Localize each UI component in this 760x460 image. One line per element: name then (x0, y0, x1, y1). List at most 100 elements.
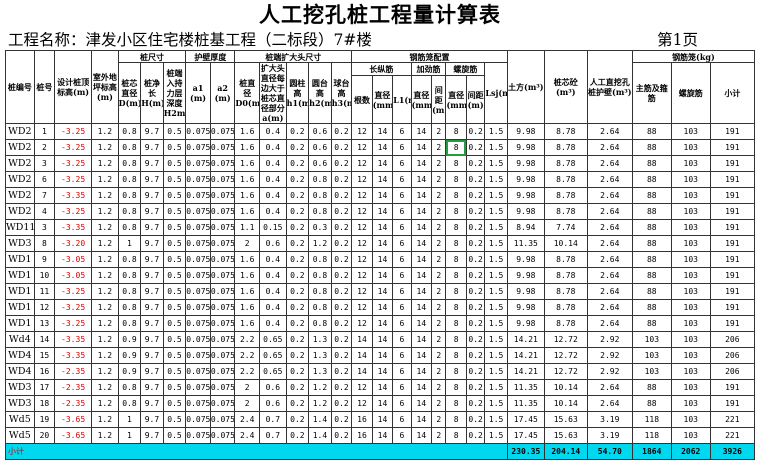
table-cell[interactable]: 9.98 (506, 155, 545, 172)
table-cell[interactable]: 0.8 (117, 315, 142, 332)
table-cell[interactable]: 2 (431, 187, 447, 204)
table-cell[interactable]: 103 (670, 347, 711, 364)
table-cell[interactable]: 2.92 (586, 347, 633, 364)
table-cell[interactable]: 0.2 (330, 347, 353, 364)
table-cell[interactable]: 12 (351, 283, 373, 300)
table-cell[interactable]: 0.075 (185, 139, 211, 156)
table-cell[interactable]: 0.8 (308, 251, 332, 268)
table-cell[interactable]: 1.2 (91, 203, 119, 220)
table-cell[interactable]: 20 (33, 427, 56, 444)
table-cell[interactable]: 14 (371, 411, 394, 428)
table-cell[interactable]: 1.6 (234, 155, 260, 172)
total-sum[interactable]: 3926 (709, 443, 756, 460)
table-cell[interactable]: 14.21 (506, 331, 545, 348)
table-cell[interactable]: WD3 (5, 379, 35, 396)
table-cell[interactable]: 206 (709, 347, 756, 364)
table-cell[interactable]: 1.6 (234, 123, 260, 140)
table-cell[interactable]: 1.2 (91, 347, 119, 364)
total-label[interactable]: 小计 (5, 443, 508, 460)
table-cell[interactable]: 0.2 (465, 267, 486, 284)
table-cell[interactable]: 14 (410, 379, 433, 396)
table-cell[interactable]: 0.15 (259, 219, 287, 236)
table-cell[interactable]: 0.2 (465, 283, 486, 300)
table-cell[interactable]: 0.2 (465, 299, 486, 316)
table-cell[interactable]: 1.1 (234, 219, 260, 236)
table-cell[interactable]: 2 (431, 203, 447, 220)
table-cell[interactable]: 0.2 (330, 155, 353, 172)
table-cell[interactable]: 0.8 (117, 283, 142, 300)
table-cell[interactable]: 14 (371, 283, 394, 300)
table-cell[interactable]: 14 (410, 267, 433, 284)
table-cell[interactable]: 14 (410, 139, 433, 156)
table-cell[interactable]: 0.075 (185, 379, 211, 396)
table-cell[interactable]: 1.6 (234, 203, 260, 220)
table-cell[interactable]: 0.075 (209, 347, 236, 364)
table-cell[interactable]: WD1 (5, 299, 35, 316)
table-cell[interactable]: 1.2 (308, 379, 332, 396)
table-cell[interactable]: 8.78 (543, 203, 588, 220)
table-cell[interactable]: 8.78 (543, 123, 588, 140)
table-cell[interactable]: 14 (371, 171, 394, 188)
table-cell[interactable]: 9.7 (140, 331, 164, 348)
table-cell[interactable]: 0.2 (330, 427, 353, 444)
table-cell[interactable]: 0.6 (308, 123, 332, 140)
table-cell[interactable]: 0.8 (117, 379, 142, 396)
table-cell[interactable]: 1.2 (91, 155, 119, 172)
table-cell[interactable]: 9.7 (140, 123, 164, 140)
table-cell[interactable]: 2 (431, 427, 447, 444)
table-cell[interactable]: WD2 (5, 187, 35, 204)
table-cell[interactable]: 9.98 (506, 315, 545, 332)
table-cell[interactable]: -3.25 (54, 155, 93, 172)
table-cell[interactable]: 9.7 (140, 155, 164, 172)
table-cell[interactable]: 2 (234, 379, 260, 396)
table-cell[interactable]: 3.19 (586, 427, 633, 444)
table-cell[interactable]: 9.98 (506, 139, 545, 156)
table-cell[interactable]: 8 (445, 187, 467, 204)
table-cell[interactable]: 6 (392, 219, 412, 236)
table-cell[interactable]: 2 (431, 171, 447, 188)
table-cell[interactable]: -3.25 (54, 315, 93, 332)
table-cell[interactable]: 8 (445, 299, 467, 316)
table-cell[interactable]: 18 (33, 395, 56, 412)
table-cell[interactable]: 1.6 (234, 251, 260, 268)
table-cell[interactable]: 0.075 (209, 203, 236, 220)
table-cell[interactable]: 103 (670, 139, 711, 156)
table-cell[interactable]: 9.7 (140, 427, 164, 444)
table-cell[interactable]: 2.2 (234, 331, 260, 348)
table-cell[interactable]: -3.35 (54, 347, 93, 364)
table-cell[interactable]: 0.2 (330, 251, 353, 268)
table-cell[interactable]: 8 (445, 203, 467, 220)
table-cell[interactable]: 2 (431, 219, 447, 236)
table-cell[interactable]: 0.075 (209, 139, 236, 156)
table-cell[interactable]: 2.2 (234, 347, 260, 364)
table-cell[interactable]: 1.5 (484, 331, 508, 348)
table-cell[interactable]: 0.2 (330, 379, 353, 396)
table-cell[interactable]: 191 (709, 267, 756, 284)
table-cell[interactable]: 0.2 (330, 267, 353, 284)
table-cell[interactable]: 8 (445, 251, 467, 268)
table-cell[interactable]: 15 (33, 347, 56, 364)
table-cell[interactable]: 8 (445, 171, 467, 188)
table-cell[interactable]: 2 (431, 235, 447, 252)
table-cell[interactable]: 0.8 (308, 171, 332, 188)
table-cell[interactable]: 14.21 (506, 347, 545, 364)
table-cell[interactable]: 14 (371, 267, 394, 284)
table-cell[interactable]: 16 (351, 427, 373, 444)
table-cell[interactable]: 0.5 (162, 187, 187, 204)
table-cell[interactable]: 8 (445, 379, 467, 396)
table-cell[interactable]: 9.98 (506, 267, 545, 284)
table-cell[interactable]: 1.2 (91, 411, 119, 428)
table-cell[interactable]: 0.2 (330, 219, 353, 236)
table-cell[interactable]: 1.3 (308, 331, 332, 348)
table-cell[interactable]: 1.5 (484, 235, 508, 252)
table-cell[interactable]: 0.075 (209, 219, 236, 236)
table-cell[interactable]: 9.7 (140, 235, 164, 252)
table-cell[interactable]: 0.5 (162, 235, 187, 252)
table-cell[interactable]: 191 (709, 155, 756, 172)
table-cell[interactable]: 1.3 (308, 347, 332, 364)
table-cell[interactable]: 2.4 (234, 411, 260, 428)
table-cell[interactable]: 2 (431, 123, 447, 140)
table-cell[interactable]: 2.64 (586, 235, 633, 252)
table-cell[interactable]: 0.075 (209, 187, 236, 204)
table-cell[interactable]: 0.2 (465, 187, 486, 204)
